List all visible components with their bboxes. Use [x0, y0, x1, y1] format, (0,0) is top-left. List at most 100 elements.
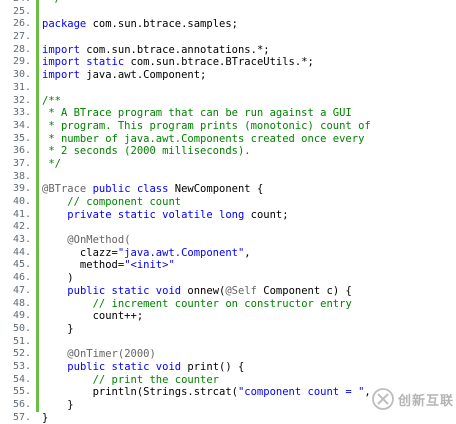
- code-token: ,: [364, 386, 371, 399]
- code-token: com.sun.btrace.annotations.*;: [79, 43, 270, 56]
- code-token: }: [42, 411, 49, 424]
- code-token: }: [42, 322, 74, 335]
- line-number: 28.: [12, 43, 31, 55]
- code-token: package: [42, 18, 87, 31]
- code-text: private static volatile long count;: [42, 208, 289, 222]
- code-line: 33. * A BTrace program that can be run a…: [0, 107, 456, 120]
- code-text: * program. This program prints (monotoni…: [42, 119, 371, 133]
- code-text: @OnMethod(: [42, 234, 131, 247]
- code-text: @OnTimer(2000): [42, 348, 156, 361]
- code-token: count++;: [42, 310, 144, 323]
- code-text: clazz="java.awt.Component",: [42, 247, 251, 260]
- code-line: 26. package com.sun.btrace.samples;: [0, 18, 456, 31]
- code-text: public static void onnew(@Self Component…: [42, 285, 352, 298]
- line-number: 26.: [12, 18, 31, 30]
- code-token: print() {: [181, 360, 245, 373]
- code-line: 36. * 2 seconds (2000 milliseconds).: [0, 145, 456, 158]
- code-line: 50. }: [0, 323, 456, 336]
- code-text: method="<init>": [42, 259, 175, 272]
- code-token: public static void: [67, 284, 182, 297]
- line-number: 36.: [12, 145, 31, 157]
- line-number: 25.: [12, 5, 31, 17]
- line-number: 33.: [12, 107, 31, 119]
- code-token: "<init>": [124, 259, 175, 272]
- code-token: "java.awt.Component": [117, 246, 245, 259]
- code-line: 51.: [0, 336, 456, 349]
- code-editor: 24. */25.26.package com.sun.btrace.sampl…: [0, 0, 456, 424]
- code-text: }: [42, 399, 73, 412]
- code-token: Component c) {: [256, 284, 352, 297]
- code-text: println(Strings.strcat("component count …: [42, 386, 371, 399]
- code-line: 35. * number of java.awt.Components crea…: [0, 133, 456, 146]
- code-token: com.sun.btrace.BTraceUtils.*;: [124, 56, 314, 69]
- code-token: */: [42, 157, 61, 170]
- code-token: println(Strings.strcat(: [42, 386, 238, 399]
- code-token: count;: [244, 208, 289, 221]
- line-number: 37.: [12, 157, 31, 169]
- code-token: */: [42, 0, 61, 5]
- code-token: // print the counter: [92, 373, 220, 386]
- code-token: import: [42, 69, 80, 82]
- code-token: private static volatile long: [67, 208, 245, 221]
- code-token: ,: [244, 246, 251, 259]
- code-text: import java.awt.Component;: [42, 69, 206, 82]
- code-line: 52. @OnTimer(2000): [0, 348, 456, 361]
- code-line: 47. public static void onnew(@Self Compo…: [0, 285, 456, 298]
- code-line: 41. private static volatile long count;: [0, 209, 456, 222]
- code-line: 34. * program. This program prints (mono…: [0, 120, 456, 133]
- code-line: 49. count++;: [0, 310, 456, 323]
- code-token: com.sun.btrace.samples;: [86, 18, 238, 31]
- code-line: 46. ): [0, 272, 456, 285]
- code-text: ): [42, 272, 74, 285]
- code-text: }: [42, 322, 74, 336]
- code-line: 32. /**: [0, 95, 456, 108]
- line-number: 43.: [12, 234, 31, 246]
- code-text: }: [42, 412, 48, 424]
- code-token: * number of java.awt.Components created …: [42, 132, 365, 145]
- code-token: /**: [42, 94, 61, 107]
- code-text: package com.sun.btrace.samples;: [42, 18, 238, 31]
- line-number: 55.: [12, 386, 31, 398]
- code-token: @Self: [225, 284, 257, 297]
- code-token: @OnMethod(: [67, 234, 131, 247]
- code-line: 44. clazz="java.awt.Component",: [0, 247, 456, 260]
- code-text: count++;: [42, 310, 144, 323]
- code-text: // increment counter on constructor entr…: [42, 298, 352, 311]
- code-token: method=: [42, 259, 125, 272]
- line-number: 52.: [12, 348, 31, 360]
- code-token: "component count = ": [237, 386, 365, 399]
- code-text: /**: [42, 95, 61, 108]
- code-token: @OnTimer(2000): [67, 348, 156, 361]
- code-text: * A BTrace program that can be run again…: [42, 107, 351, 120]
- code-line: 37. */: [0, 158, 456, 171]
- line-number: 46.: [12, 272, 31, 284]
- code-token: * program. This program prints (monotoni…: [42, 119, 371, 132]
- code-token: clazz=: [42, 246, 118, 259]
- code-text: public static void print() {: [42, 361, 244, 374]
- code-token: onnew(: [181, 284, 226, 297]
- code-token: ): [42, 272, 74, 285]
- code-line: 45. method="<init>": [0, 259, 456, 272]
- code-line: 27.: [0, 31, 456, 44]
- code-line: 30. import java.awt.Component;: [0, 69, 456, 82]
- code-line: 57.}: [0, 412, 456, 424]
- line-number: 42.: [12, 221, 31, 233]
- code-token: import: [42, 43, 80, 56]
- line-number: 32.: [12, 94, 31, 106]
- line-number: 48.: [12, 297, 31, 309]
- line-number: 39.: [12, 183, 31, 195]
- line-number: 35.: [12, 132, 31, 144]
- code-token: public static void: [67, 360, 182, 373]
- code-text: * 2 seconds (2000 milliseconds).: [42, 145, 250, 158]
- code-lines: 24. */25.26.package com.sun.btrace.sampl…: [0, 0, 456, 424]
- line-number: 56.: [12, 399, 31, 410]
- code-line: 54. // print the counter: [0, 374, 456, 387]
- code-text: @BTrace public class NewComponent {: [42, 183, 263, 196]
- code-text: // print the counter: [42, 374, 219, 387]
